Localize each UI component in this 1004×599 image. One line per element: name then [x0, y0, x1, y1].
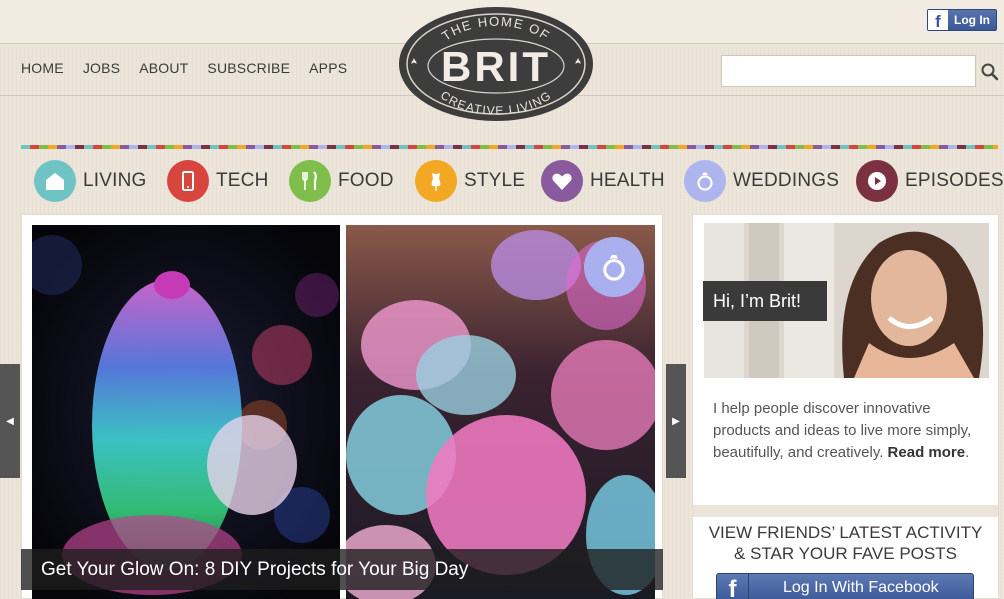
carousel-next-button[interactable]: ▶ [666, 364, 686, 478]
brit-logo[interactable]: THE HOME OF BRIT CREATIVE LIVING [397, 5, 595, 123]
featured-caption[interactable]: Get Your Glow On: 8 DIY Projects for You… [21, 549, 663, 590]
nav-about[interactable]: ABOUT [139, 60, 188, 76]
category-label: LIVING [83, 170, 147, 191]
read-more-suffix: . [965, 444, 970, 461]
facebook-icon: f [717, 574, 749, 599]
nav-jobs[interactable]: JOBS [83, 60, 120, 76]
search-icon[interactable] [980, 62, 1000, 82]
color-stripe-divider [21, 145, 998, 149]
play-icon [856, 160, 898, 202]
category-food[interactable]: FOOD [289, 160, 394, 202]
nav-subscribe[interactable]: SUBSCRIBE [207, 60, 290, 76]
category-living[interactable]: LIVING [34, 160, 147, 202]
facebook-login-button[interactable]: f Log In [927, 9, 997, 31]
category-tech[interactable]: TECH [167, 160, 269, 202]
top-nav: HOME JOBS ABOUT SUBSCRIBE APPS [21, 60, 366, 76]
facebook-connect-label: Log In With Facebook [783, 579, 939, 596]
category-label: TECH [216, 170, 269, 191]
intro-text: I help people discover innovative produc… [713, 398, 973, 464]
logo-main-text: BRIT [441, 43, 551, 90]
hi-brit-label: Hi, I’m Brit! [703, 281, 827, 321]
category-health[interactable]: HEALTH [541, 160, 665, 202]
dress-form-icon [415, 160, 457, 202]
carousel-prev-button[interactable]: ◀ [0, 364, 20, 478]
fork-knife-icon [289, 160, 331, 202]
activity-heading-line2: & STAR YOUR FAVE POSTS [734, 544, 957, 563]
category-episodes[interactable]: EPISODES [856, 160, 1004, 202]
house-icon [34, 160, 76, 202]
featured-photo-left[interactable] [32, 225, 340, 599]
ring-icon [603, 254, 625, 281]
facebook-login-label: Log In [954, 13, 990, 27]
category-label: WEDDINGS [733, 170, 840, 191]
ring-icon [684, 160, 726, 202]
activity-heading: VIEW FRIENDS’ LATEST ACTIVITY & STAR YOU… [693, 522, 998, 564]
category-style[interactable]: STYLE [415, 160, 525, 202]
heart-icon [541, 160, 583, 202]
wedding-badge[interactable] [584, 237, 644, 297]
category-label: EPISODES [905, 170, 1004, 191]
category-label: STYLE [464, 170, 526, 191]
nav-home[interactable]: HOME [21, 60, 64, 76]
featured-carousel [21, 214, 663, 599]
search-input[interactable] [721, 55, 976, 87]
nav-apps[interactable]: APPS [309, 60, 347, 76]
sidebar-divider [693, 505, 998, 517]
arrow-left-icon: ◀ [6, 415, 14, 427]
facebook-icon: f [928, 10, 948, 30]
read-more-link[interactable]: Read more [888, 444, 966, 461]
facebook-connect-button[interactable]: f Log In With Facebook [716, 573, 974, 599]
category-weddings[interactable]: WEDDINGS [684, 160, 839, 202]
arrow-right-icon: ▶ [672, 415, 680, 427]
phone-icon [167, 160, 209, 202]
category-label: HEALTH [590, 170, 665, 191]
activity-heading-line1: VIEW FRIENDS’ LATEST ACTIVITY [708, 523, 983, 542]
category-label: FOOD [338, 170, 394, 191]
